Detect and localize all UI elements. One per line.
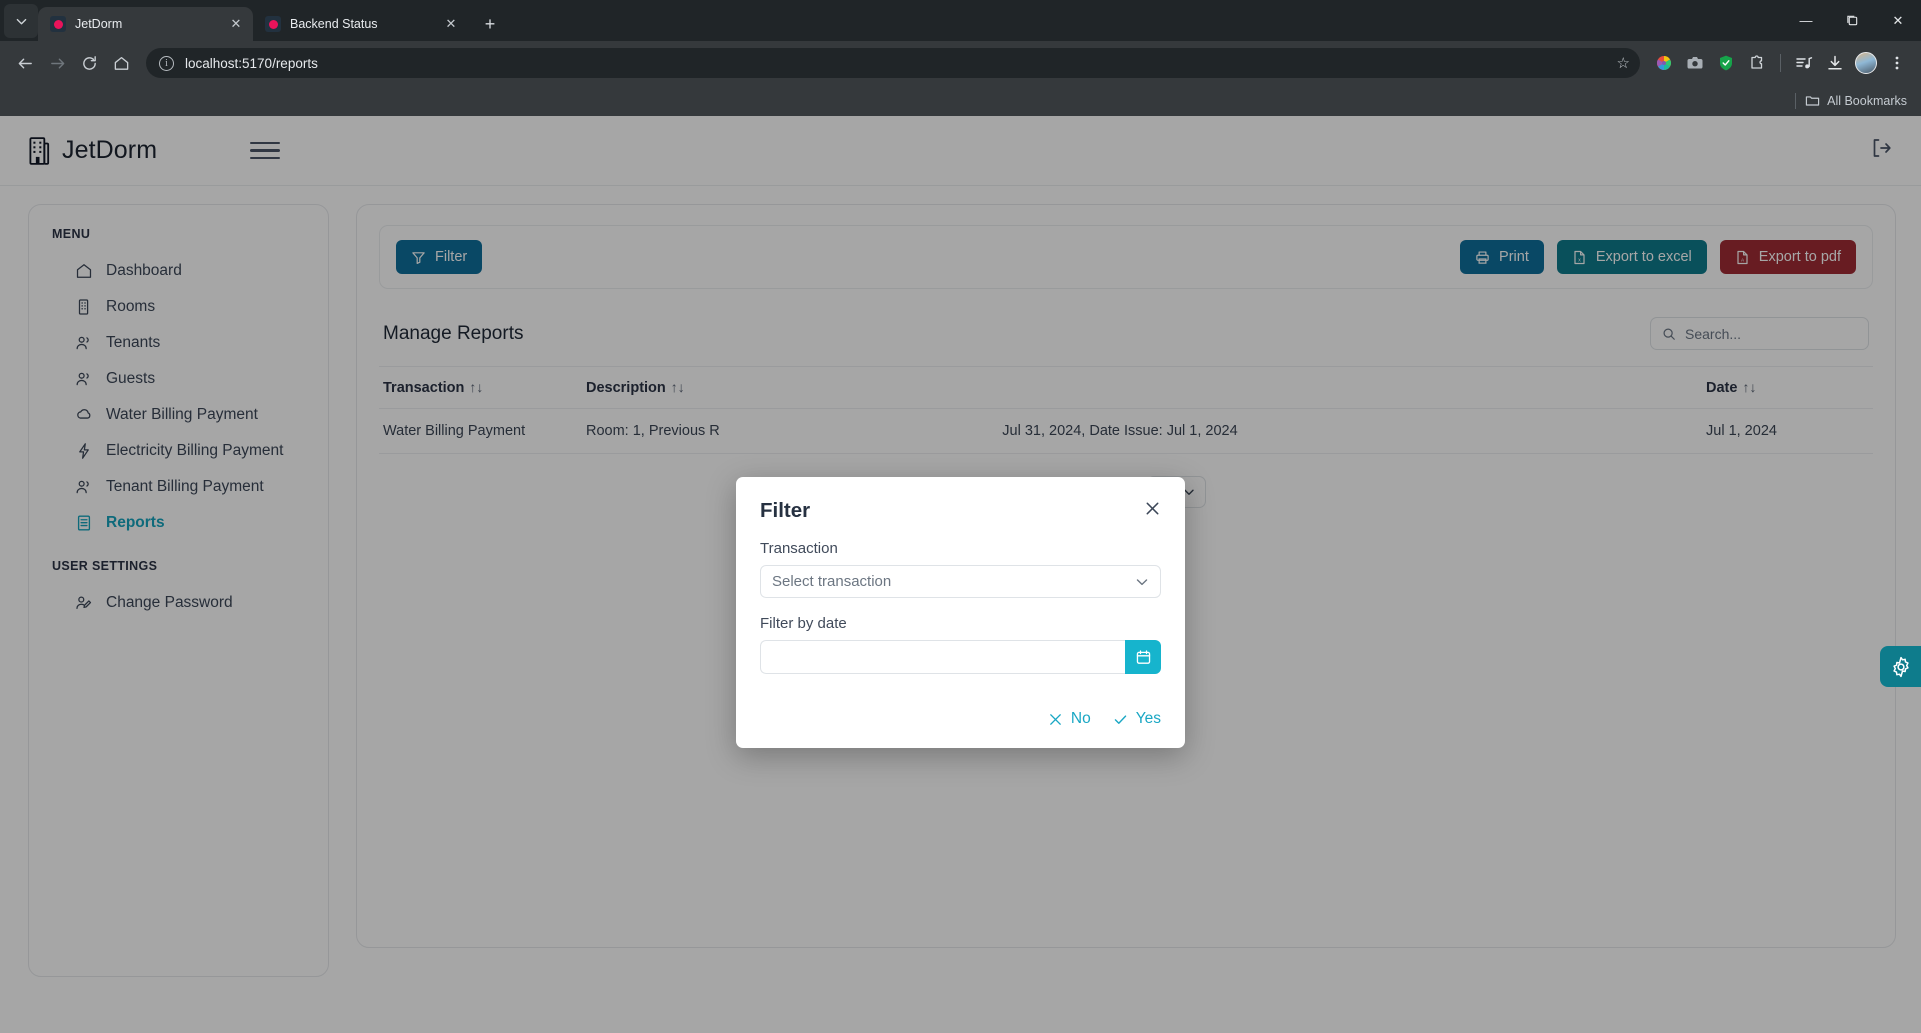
browser-toolbar: i localhost:5170/reports ☆	[0, 41, 1921, 85]
tab-title: JetDorm	[75, 17, 123, 31]
tab-close-icon[interactable]: ✕	[227, 15, 245, 33]
media-list-icon[interactable]	[1790, 49, 1818, 77]
chevron-down-icon	[1136, 578, 1148, 585]
bookmarks-bar: All Bookmarks	[0, 85, 1921, 116]
new-tab-button[interactable]: +	[476, 10, 504, 38]
profile-avatar[interactable]	[1852, 49, 1880, 77]
calendar-icon	[1136, 649, 1150, 664]
browser-window: JetDorm ✕ Backend Status ✕ + — ✕ i local…	[0, 0, 1921, 1033]
date-input[interactable]	[760, 640, 1125, 674]
all-bookmarks-label: All Bookmarks	[1827, 93, 1907, 108]
transaction-field-label: Transaction	[760, 540, 838, 557]
back-button[interactable]	[10, 48, 40, 78]
address-bar[interactable]: i localhost:5170/reports ☆	[146, 48, 1640, 78]
tab-close-icon[interactable]: ✕	[442, 15, 460, 33]
x-icon	[1049, 713, 1061, 725]
puzzle-icon[interactable]	[1743, 49, 1771, 77]
bookmarks-divider	[1795, 92, 1797, 109]
tab-title: Backend Status	[290, 17, 378, 31]
bookmark-star-icon[interactable]: ☆	[1617, 54, 1630, 72]
no-button[interactable]: No	[1048, 710, 1091, 728]
tab-search-button[interactable]	[4, 4, 38, 38]
all-bookmarks-button[interactable]: All Bookmarks	[1805, 93, 1907, 108]
extensions-area	[1650, 49, 1911, 77]
web-page: JetDorm MENU Dashboard Rooms Tenants Gue…	[0, 116, 1921, 1033]
tab-strip: JetDorm ✕ Backend Status ✕ + — ✕	[0, 0, 1921, 41]
transaction-select-value: Select transaction	[772, 573, 892, 590]
modal-title: Filter	[760, 499, 811, 522]
site-info-icon[interactable]: i	[159, 55, 174, 71]
color-wheel-icon[interactable]	[1650, 49, 1678, 77]
window-close-button[interactable]: ✕	[1875, 0, 1921, 41]
transaction-select[interactable]: Select transaction	[760, 565, 1161, 598]
forward-button[interactable]	[42, 48, 72, 78]
kebab-menu-icon[interactable]	[1883, 49, 1911, 77]
camera-icon[interactable]	[1681, 49, 1709, 77]
modal-header: Filter	[760, 499, 1161, 523]
url-text: localhost:5170/reports	[185, 55, 318, 71]
yes-button-label: Yes	[1135, 710, 1161, 727]
date-field-label: Filter by date	[760, 615, 847, 632]
folder-icon	[1805, 96, 1820, 106]
window-minimize-button[interactable]: —	[1783, 0, 1829, 41]
download-icon[interactable]	[1821, 49, 1849, 77]
reload-button[interactable]	[74, 48, 104, 78]
modal-actions: No Yes	[760, 710, 1161, 728]
yes-button[interactable]: Yes	[1113, 710, 1161, 728]
window-maximize-button[interactable]	[1829, 0, 1875, 41]
close-icon[interactable]	[1144, 500, 1161, 522]
tab-backend-status[interactable]: Backend Status ✕	[253, 7, 468, 41]
favicon-icon	[50, 16, 66, 32]
filter-modal: Filter Transaction Select transaction Fi…	[736, 477, 1185, 748]
window-controls: — ✕	[1783, 0, 1921, 41]
no-button-label: No	[1070, 710, 1091, 727]
chevron-down-icon	[16, 18, 26, 24]
toolbar-divider	[1780, 54, 1781, 72]
favicon-icon	[265, 16, 281, 32]
filter-modal-wrapper: Filter Transaction Select transaction Fi…	[0, 116, 1921, 1033]
tab-jetdorm[interactable]: JetDorm ✕	[38, 7, 253, 41]
check-icon	[1114, 714, 1126, 724]
shield-icon[interactable]	[1712, 49, 1740, 77]
home-button[interactable]	[106, 48, 136, 78]
date-field-group	[760, 640, 1161, 674]
calendar-button[interactable]	[1125, 640, 1161, 674]
